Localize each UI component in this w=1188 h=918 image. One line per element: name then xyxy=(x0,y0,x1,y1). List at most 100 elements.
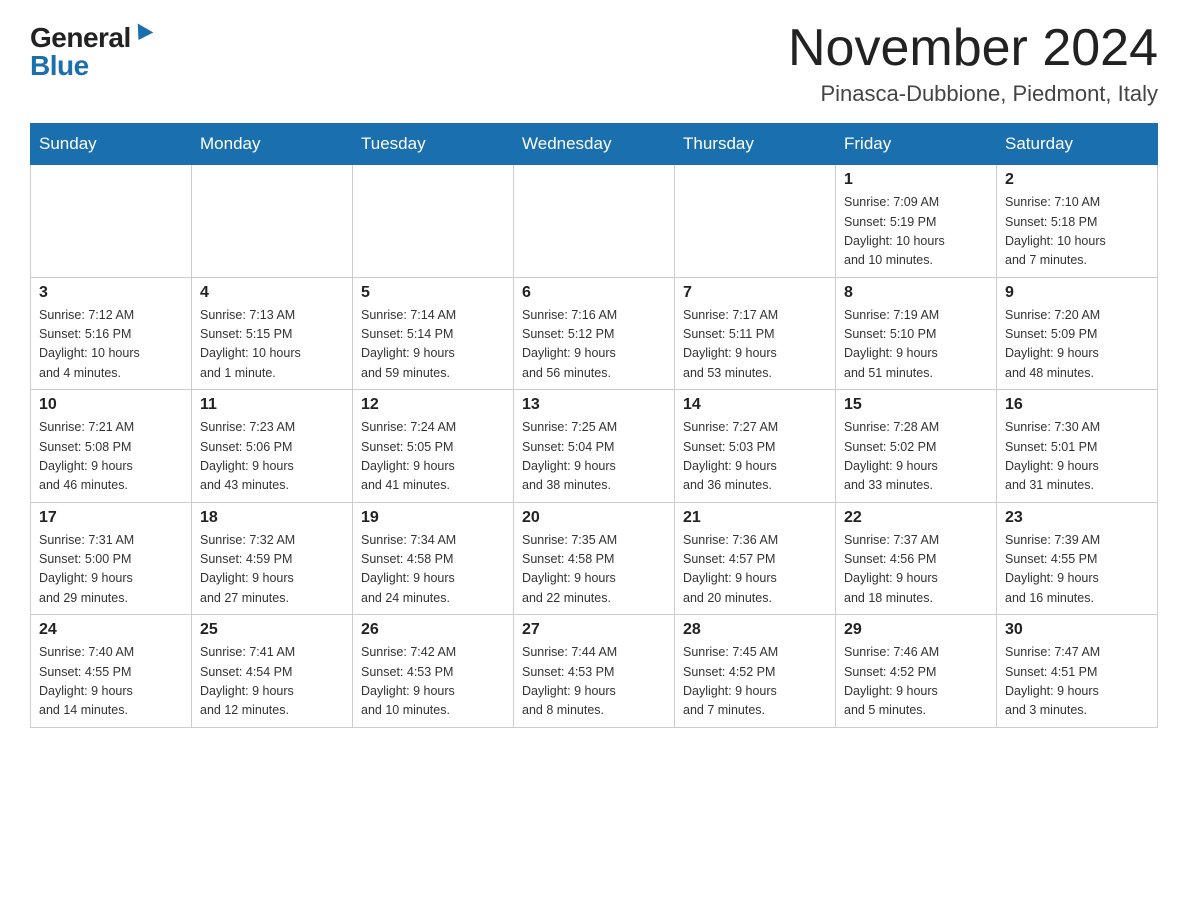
day-number: 12 xyxy=(361,396,505,414)
calendar-cell: 28 Sunrise: 7:45 AM Sunset: 4:52 PM Dayli… xyxy=(675,615,836,728)
day-info: Sunrise: 7:19 AM Sunset: 5:10 PM Dayligh… xyxy=(844,306,988,384)
calendar-cell: 23 Sunrise: 7:39 AM Sunset: 4:55 PM Dayli… xyxy=(997,502,1158,615)
day-number: 22 xyxy=(844,509,988,527)
day-info: Sunrise: 7:47 AM Sunset: 4:51 PM Dayligh… xyxy=(1005,643,1149,721)
day-info: Sunrise: 7:27 AM Sunset: 5:03 PM Dayligh… xyxy=(683,418,827,496)
day-info: Sunrise: 7:44 AM Sunset: 4:53 PM Dayligh… xyxy=(522,643,666,721)
calendar-cell: 21 Sunrise: 7:36 AM Sunset: 4:57 PM Dayli… xyxy=(675,502,836,615)
header: General Blue November 2024 Pinasca-Dubbi… xyxy=(30,20,1158,107)
calendar-cell: 4Sunrise: 7:13 AM Sunset: 5:15 PM Daylig… xyxy=(192,277,353,390)
day-info: Sunrise: 7:39 AM Sunset: 4:55 PM Dayligh… xyxy=(1005,531,1149,609)
calendar-cell xyxy=(192,165,353,278)
calendar-cell: 2 Sunrise: 7:10 AM Sunset: 5:18 PM Daylig… xyxy=(997,165,1158,278)
day-number: 16 xyxy=(1005,396,1149,414)
day-number: 10 xyxy=(39,396,183,414)
calendar-cell: 14 Sunrise: 7:27 AM Sunset: 5:03 PM Dayli… xyxy=(675,390,836,503)
weekday-header-wednesday: Wednesday xyxy=(514,124,675,165)
day-info: Sunrise: 7:36 AM Sunset: 4:57 PM Dayligh… xyxy=(683,531,827,609)
week-row-4: 17 Sunrise: 7:31 AM Sunset: 5:00 PM Dayli… xyxy=(31,502,1158,615)
calendar-cell xyxy=(675,165,836,278)
day-number: 5 xyxy=(361,284,505,302)
logo: General Blue xyxy=(30,20,151,80)
weekday-header-row: SundayMondayTuesdayWednesdayThursdayFrid… xyxy=(31,124,1158,165)
day-number: 19 xyxy=(361,509,505,527)
day-info: Sunrise: 7:16 AM Sunset: 5:12 PM Dayligh… xyxy=(522,306,666,384)
calendar-cell xyxy=(31,165,192,278)
title-area: November 2024 Pinasca-Dubbione, Piedmont… xyxy=(788,20,1158,107)
calendar-cell: 16Sunrise: 7:30 AM Sunset: 5:01 PM Dayli… xyxy=(997,390,1158,503)
day-info: Sunrise: 7:40 AM Sunset: 4:55 PM Dayligh… xyxy=(39,643,183,721)
calendar-cell: 3Sunrise: 7:12 AM Sunset: 5:16 PM Daylig… xyxy=(31,277,192,390)
day-number: 30 xyxy=(1005,621,1149,639)
calendar-cell: 27Sunrise: 7:44 AM Sunset: 4:53 PM Dayli… xyxy=(514,615,675,728)
weekday-header-friday: Friday xyxy=(836,124,997,165)
calendar-cell: 22 Sunrise: 7:37 AM Sunset: 4:56 PM Dayli… xyxy=(836,502,997,615)
day-number: 11 xyxy=(200,396,344,414)
day-number: 28 xyxy=(683,621,827,639)
day-number: 17 xyxy=(39,509,183,527)
calendar-cell: 8 Sunrise: 7:19 AM Sunset: 5:10 PM Daylig… xyxy=(836,277,997,390)
calendar-cell: 13 Sunrise: 7:25 AM Sunset: 5:04 PM Dayli… xyxy=(514,390,675,503)
day-number: 21 xyxy=(683,509,827,527)
day-info: Sunrise: 7:45 AM Sunset: 4:52 PM Dayligh… xyxy=(683,643,827,721)
calendar-cell: 26 Sunrise: 7:42 AM Sunset: 4:53 PM Dayli… xyxy=(353,615,514,728)
calendar-cell: 19 Sunrise: 7:34 AM Sunset: 4:58 PM Dayli… xyxy=(353,502,514,615)
day-number: 14 xyxy=(683,396,827,414)
day-number: 13 xyxy=(522,396,666,414)
week-row-5: 24 Sunrise: 7:40 AM Sunset: 4:55 PM Dayli… xyxy=(31,615,1158,728)
weekday-header-monday: Monday xyxy=(192,124,353,165)
day-info: Sunrise: 7:37 AM Sunset: 4:56 PM Dayligh… xyxy=(844,531,988,609)
day-number: 26 xyxy=(361,621,505,639)
day-info: Sunrise: 7:24 AM Sunset: 5:05 PM Dayligh… xyxy=(361,418,505,496)
calendar-cell: 9 Sunrise: 7:20 AM Sunset: 5:09 PM Daylig… xyxy=(997,277,1158,390)
calendar-cell: 25Sunrise: 7:41 AM Sunset: 4:54 PM Dayli… xyxy=(192,615,353,728)
day-info: Sunrise: 7:42 AM Sunset: 4:53 PM Dayligh… xyxy=(361,643,505,721)
day-number: 2 xyxy=(1005,171,1149,189)
calendar-cell: 7 Sunrise: 7:17 AM Sunset: 5:11 PM Daylig… xyxy=(675,277,836,390)
month-year-title: November 2024 xyxy=(788,20,1158,77)
day-number: 18 xyxy=(200,509,344,527)
calendar-cell: 11 Sunrise: 7:23 AM Sunset: 5:06 PM Dayli… xyxy=(192,390,353,503)
day-number: 1 xyxy=(844,171,988,189)
logo-general-text: General xyxy=(30,24,131,52)
day-number: 7 xyxy=(683,284,827,302)
calendar-table: SundayMondayTuesdayWednesdayThursdayFrid… xyxy=(30,123,1158,728)
day-number: 29 xyxy=(844,621,988,639)
weekday-header-thursday: Thursday xyxy=(675,124,836,165)
day-number: 4 xyxy=(200,284,344,302)
day-info: Sunrise: 7:23 AM Sunset: 5:06 PM Dayligh… xyxy=(200,418,344,496)
day-info: Sunrise: 7:31 AM Sunset: 5:00 PM Dayligh… xyxy=(39,531,183,609)
day-info: Sunrise: 7:34 AM Sunset: 4:58 PM Dayligh… xyxy=(361,531,505,609)
calendar-cell: 20 Sunrise: 7:35 AM Sunset: 4:58 PM Dayli… xyxy=(514,502,675,615)
day-info: Sunrise: 7:12 AM Sunset: 5:16 PM Dayligh… xyxy=(39,306,183,384)
calendar-cell: 18Sunrise: 7:32 AM Sunset: 4:59 PM Dayli… xyxy=(192,502,353,615)
logo-triangle-icon xyxy=(130,23,153,44)
day-number: 8 xyxy=(844,284,988,302)
calendar-cell: 6Sunrise: 7:16 AM Sunset: 5:12 PM Daylig… xyxy=(514,277,675,390)
calendar-cell: 24 Sunrise: 7:40 AM Sunset: 4:55 PM Dayli… xyxy=(31,615,192,728)
day-number: 23 xyxy=(1005,509,1149,527)
day-info: Sunrise: 7:09 AM Sunset: 5:19 PM Dayligh… xyxy=(844,193,988,271)
weekday-header-sunday: Sunday xyxy=(31,124,192,165)
calendar-cell: 30 Sunrise: 7:47 AM Sunset: 4:51 PM Dayli… xyxy=(997,615,1158,728)
day-number: 24 xyxy=(39,621,183,639)
calendar-cell: 17 Sunrise: 7:31 AM Sunset: 5:00 PM Dayli… xyxy=(31,502,192,615)
day-info: Sunrise: 7:17 AM Sunset: 5:11 PM Dayligh… xyxy=(683,306,827,384)
day-info: Sunrise: 7:35 AM Sunset: 4:58 PM Dayligh… xyxy=(522,531,666,609)
week-row-3: 10 Sunrise: 7:21 AM Sunset: 5:08 PM Dayli… xyxy=(31,390,1158,503)
day-number: 9 xyxy=(1005,284,1149,302)
day-info: Sunrise: 7:28 AM Sunset: 5:02 PM Dayligh… xyxy=(844,418,988,496)
calendar-cell: 12 Sunrise: 7:24 AM Sunset: 5:05 PM Dayli… xyxy=(353,390,514,503)
week-row-1: 1 Sunrise: 7:09 AM Sunset: 5:19 PM Daylig… xyxy=(31,165,1158,278)
weekday-header-saturday: Saturday xyxy=(997,124,1158,165)
week-row-2: 3Sunrise: 7:12 AM Sunset: 5:16 PM Daylig… xyxy=(31,277,1158,390)
day-info: Sunrise: 7:21 AM Sunset: 5:08 PM Dayligh… xyxy=(39,418,183,496)
calendar-cell: 15Sunrise: 7:28 AM Sunset: 5:02 PM Dayli… xyxy=(836,390,997,503)
day-info: Sunrise: 7:20 AM Sunset: 5:09 PM Dayligh… xyxy=(1005,306,1149,384)
day-number: 20 xyxy=(522,509,666,527)
day-info: Sunrise: 7:25 AM Sunset: 5:04 PM Dayligh… xyxy=(522,418,666,496)
logo-blue-text: Blue xyxy=(30,52,89,80)
location-subtitle: Pinasca-Dubbione, Piedmont, Italy xyxy=(788,81,1158,107)
day-info: Sunrise: 7:10 AM Sunset: 5:18 PM Dayligh… xyxy=(1005,193,1149,271)
calendar-cell xyxy=(514,165,675,278)
